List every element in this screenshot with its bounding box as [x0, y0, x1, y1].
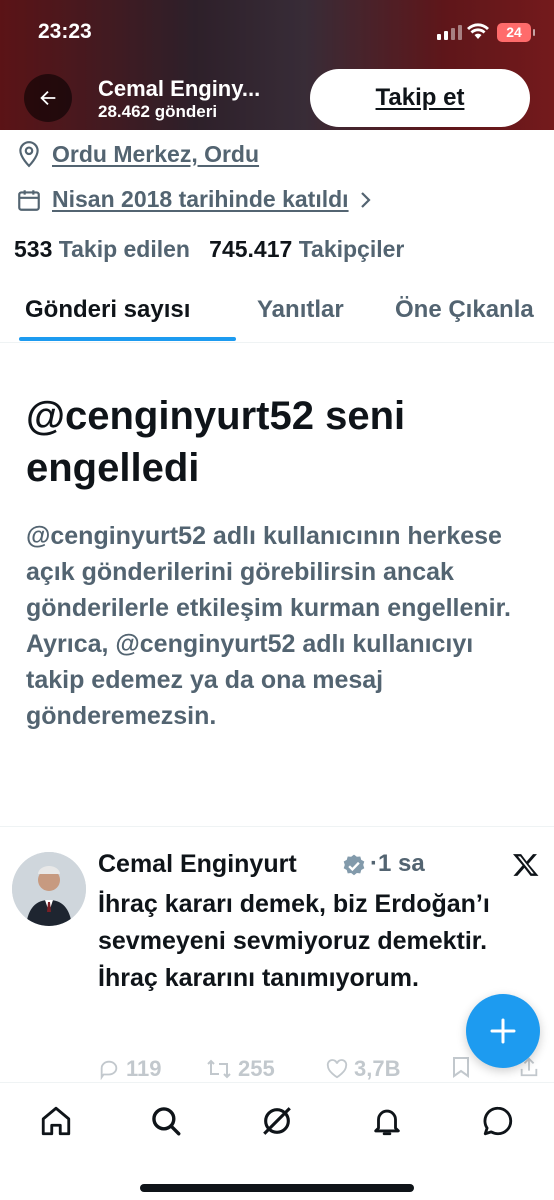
tab-highlights[interactable]: Öne Çıkanla: [395, 296, 534, 324]
joined-row[interactable]: Nisan 2018 tarihinde katıldı: [16, 186, 373, 213]
reply-button[interactable]: 119: [98, 1056, 162, 1082]
x-logo-icon: [513, 854, 539, 876]
reply-icon: [100, 1060, 118, 1080]
search-icon: [152, 1107, 181, 1136]
blocked-title: @cenginyurt52 seni engelledi: [26, 394, 406, 490]
avatar-photo: [12, 852, 86, 926]
status-bar: 23:23 24: [0, 0, 554, 64]
back-arrow-icon: [40, 90, 56, 106]
cellular-signal-icon: [437, 25, 462, 40]
like-button[interactable]: 3,7B: [326, 1056, 400, 1082]
tweet-text: İhraç kararı demek, biz Erdoğan’ı sevmey…: [98, 890, 490, 992]
heart-icon: [326, 1059, 348, 1079]
profile-tabs: Gönderi sayısı Yanıtlar Öne Çıkanla: [0, 288, 554, 343]
notifications-icon: [374, 1109, 400, 1136]
bookmark-button[interactable]: [452, 1056, 470, 1078]
tweet-timestamp: ·1 sa: [370, 850, 425, 877]
tab-replies[interactable]: Yanıtlar: [257, 296, 344, 324]
tweet-author-name[interactable]: Cemal Enginyurt: [98, 850, 297, 879]
back-button[interactable]: [24, 74, 72, 122]
active-tab-indicator: [19, 337, 236, 341]
home-icon: [41, 1106, 71, 1136]
location-text[interactable]: Ordu Merkez, Ordu: [52, 141, 259, 168]
header-post-count: 28.462 gönderi: [98, 102, 218, 121]
nav-grok[interactable]: [257, 1101, 297, 1141]
grok-icon: [263, 1107, 291, 1135]
nav-messages[interactable]: [478, 1101, 518, 1141]
reply-count: 119: [126, 1056, 162, 1081]
joined-text[interactable]: Nisan 2018 tarihinde katıldı: [52, 186, 349, 213]
retweet-count: 255: [238, 1056, 275, 1081]
retweet-button[interactable]: 255: [206, 1056, 275, 1082]
location-row[interactable]: Ordu Merkez, Ordu: [16, 140, 259, 168]
status-time: 23:23: [38, 20, 92, 43]
tab-posts[interactable]: Gönderi sayısı: [25, 296, 190, 324]
avatar[interactable]: [12, 852, 86, 926]
followers-count: 745.417: [209, 236, 293, 262]
follow-stats: 533 Takip edilen 745.417 Takipçiler: [14, 236, 404, 263]
battery-indicator: 24: [497, 23, 535, 42]
home-indicator: [140, 1184, 414, 1192]
compose-plus-icon: [490, 1018, 516, 1044]
messages-icon: [483, 1106, 513, 1136]
retweet-icon: [207, 1059, 231, 1079]
location-pin-icon: [19, 141, 39, 168]
followers-label: Takipçiler: [298, 236, 405, 262]
divider: [0, 826, 554, 827]
verified-badge-icon: [343, 854, 365, 876]
nav-notifications[interactable]: [367, 1101, 407, 1141]
calendar-icon: [18, 189, 40, 211]
bottom-navigation: [0, 1082, 554, 1200]
blocked-description: @cenginyurt52 adlı kullanıcının herkese …: [26, 522, 511, 730]
nav-home[interactable]: [36, 1101, 76, 1141]
followers-link[interactable]: 745.417 Takipçiler: [209, 236, 404, 262]
like-count: 3,7B: [354, 1056, 401, 1081]
following-link[interactable]: 533 Takip edilen: [14, 236, 190, 262]
follow-button[interactable]: Takip et: [310, 69, 530, 127]
nav-search[interactable]: [146, 1101, 186, 1141]
chevron-right-icon: [360, 191, 371, 208]
bookmark-icon: [453, 1057, 469, 1078]
wifi-icon: [467, 23, 489, 39]
following-label: Takip edilen: [58, 236, 190, 262]
profile-topbar: Cemal Enginy... 28.462 gönderi Takip et: [0, 66, 554, 130]
header-name: Cemal Enginy...: [98, 76, 261, 101]
following-count: 533: [14, 236, 53, 262]
compose-button[interactable]: [466, 994, 540, 1068]
